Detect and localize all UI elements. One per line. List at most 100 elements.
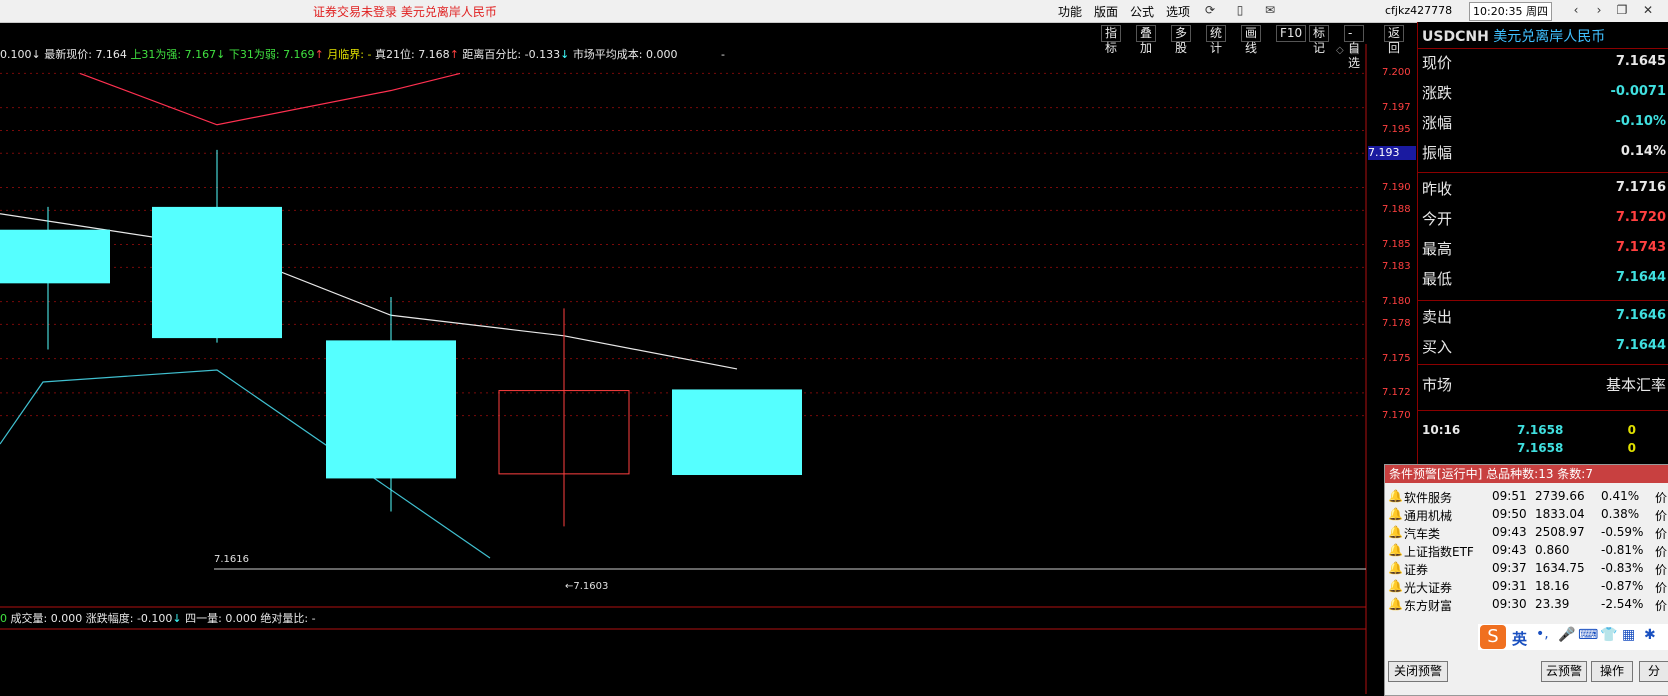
tool-watchlist[interactable]: -自选 (1344, 25, 1364, 70)
menu-function[interactable]: 功能 (1058, 3, 1082, 20)
close-icon[interactable]: ✕ (1638, 2, 1658, 19)
back-icon[interactable]: ‹ (1566, 2, 1586, 19)
alert-time: 09:50 (1492, 507, 1527, 521)
quote-value: 7.1743 (1615, 240, 1666, 255)
alert-price: 18.16 (1535, 579, 1570, 593)
quote-value: 0.14% (1620, 144, 1666, 159)
mail-icon[interactable]: ✉ (1260, 2, 1280, 19)
tool-stats[interactable]: 统计 (1206, 25, 1227, 55)
quote-divider (1417, 48, 1668, 49)
quote-label: 振幅 (1422, 144, 1453, 162)
alert-price: 23.39 (1535, 597, 1570, 611)
ime-tools-icon[interactable]: ✱ (1644, 627, 1656, 643)
title-bar: 证券交易未登录 美元兑离岸人民币 功能 版面 公式 选项 ⟳ ▯ ✉ cfjkz… (0, 0, 1668, 23)
bell-icon: 🔔 (1388, 489, 1403, 503)
bell-icon: 🔔 (1388, 543, 1403, 557)
y-tick-label: 7.172 (1382, 386, 1411, 398)
alert-tail: 价 (1655, 581, 1668, 595)
tool-f10[interactable]: F10 (1276, 25, 1307, 42)
y-tick-label: 7.197 (1382, 101, 1411, 113)
alert-row[interactable]: 🔔 上证指数ETF 09:43 0.860 -0.81% 价 (1385, 541, 1668, 559)
ime-logo-icon: S (1480, 625, 1506, 649)
ime-lang[interactable]: 英 (1512, 628, 1527, 649)
quote-value: -0.10% (1615, 114, 1667, 129)
quote-label: 涨幅 (1422, 114, 1453, 132)
alert-tail: 价 (1655, 509, 1668, 523)
menu-options[interactable]: 选项 (1166, 3, 1190, 20)
phone-icon[interactable]: ▯ (1230, 2, 1250, 19)
close-alert-button[interactable]: 关闭预警 (1388, 661, 1448, 682)
y-tick-label: 7.190 (1382, 181, 1411, 193)
tick-price: 7.1658 (1517, 423, 1564, 437)
alert-more-button[interactable]: 分 (1639, 661, 1668, 682)
alert-name: 证券 (1404, 563, 1429, 577)
condition-alert-window[interactable]: 条件预警[运行中] 总品种数:13 条数:7 🔔 软件服务 09:51 2739.66… (1384, 464, 1668, 696)
quote-label: 买入 (1422, 338, 1453, 356)
operate-button[interactable]: 操作 (1591, 661, 1633, 682)
tool-overlay[interactable]: 叠加 (1136, 25, 1157, 55)
cloud-alert-button[interactable]: 云预警 (1541, 661, 1587, 682)
quote-row: 最高 7.1743 (1422, 238, 1666, 264)
ime-mic-icon[interactable]: 🎤 (1558, 627, 1575, 643)
refresh-icon[interactable]: ⟳ (1200, 2, 1220, 19)
tick-vol: 0 (1627, 423, 1636, 437)
range-label: 涨跌幅度: (85, 612, 134, 625)
tick-row: 10:16 7.1658 0 (1422, 423, 1666, 439)
alert-name: 东方财富 (1404, 599, 1453, 613)
ime-skin-icon[interactable]: 👕 (1600, 627, 1617, 643)
restore-icon[interactable]: ❐ (1612, 2, 1632, 19)
alert-pct: 0.38% (1601, 507, 1640, 521)
quote-label: 现价 (1422, 54, 1453, 72)
alert-pct: -2.54% (1601, 597, 1644, 611)
y-tick-label: 7.178 (1382, 318, 1411, 330)
tool-mark[interactable]: 标记 (1309, 25, 1330, 55)
quote-divider (1417, 172, 1668, 173)
quote-value: 7.1720 (1615, 210, 1666, 225)
y-tick-label: 7.170 (1382, 409, 1411, 421)
ime-keyboard-icon[interactable]: ⌨ (1578, 627, 1598, 643)
tool-indicator[interactable]: 指标 (1101, 25, 1122, 55)
candlestick-chart[interactable]: 7.1616 ←7.1603 ◇ ▣ (0, 44, 1417, 694)
alert-tail: 价 (1655, 545, 1668, 559)
menu-formula[interactable]: 公式 (1130, 3, 1154, 20)
ime-grid-icon[interactable]: ▦ (1622, 627, 1635, 643)
quote-row: 振幅 0.14% (1422, 142, 1666, 168)
alert-row[interactable]: 🔔 证券 09:37 1634.75 -0.83% 价 (1385, 559, 1668, 577)
candle-body (326, 340, 456, 479)
alert-pct: -0.87% (1601, 579, 1644, 593)
alert-name: 汽车类 (1404, 527, 1441, 541)
tool-draw[interactable]: 画线 (1241, 25, 1262, 55)
alert-row[interactable]: 🔔 光大证券 09:31 18.16 -0.87% 价 (1385, 577, 1668, 595)
chart-candles (0, 149, 802, 527)
hline-label: 7.1616 (214, 554, 249, 565)
y-tick-label: 7.200 (1382, 67, 1411, 79)
abs-label: 绝对量比: (260, 612, 309, 625)
ime-bar: S 英 •, 🎤 ⌨ 👕 ▦ ✱ (1478, 624, 1668, 650)
alert-price: 1634.75 (1535, 561, 1585, 575)
quote-row: 今开 7.1720 (1422, 208, 1666, 234)
ime-punct-icon[interactable]: •, (1536, 626, 1549, 642)
alert-pct: -0.81% (1601, 543, 1644, 557)
alert-tail: 价 (1655, 563, 1668, 577)
alert-row[interactable]: 🔔 通用机械 09:50 1833.04 0.38% 价 (1385, 505, 1668, 523)
bell-icon: 🔔 (1388, 579, 1403, 593)
forward-icon[interactable]: › (1589, 2, 1609, 19)
quote-label: 涨跌 (1422, 84, 1453, 102)
alert-row[interactable]: 🔔 东方财富 09:30 23.39 -2.54% 价 (1385, 595, 1668, 613)
alert-name: 通用机械 (1404, 509, 1453, 523)
quote-value: 7.1716 (1615, 180, 1666, 195)
alert-time: 09:31 (1492, 579, 1527, 593)
market-label: 市场 (1422, 376, 1453, 394)
alert-row[interactable]: 🔔 软件服务 09:51 2739.66 0.41% 价 (1385, 487, 1668, 505)
alert-name: 软件服务 (1404, 491, 1453, 505)
tool-return[interactable]: 返回 (1384, 25, 1405, 55)
quote-label: 卖出 (1422, 308, 1453, 326)
chart-series (0, 72, 738, 559)
alert-price: 2508.97 (1535, 525, 1585, 539)
quote-label: 最低 (1422, 270, 1453, 288)
tool-multi[interactable]: 多股 (1171, 25, 1192, 55)
four-value: 0.000 (225, 612, 257, 625)
alert-row[interactable]: 🔔 汽车类 09:43 2508.97 -0.59% 价 (1385, 523, 1668, 541)
menu-layout[interactable]: 版面 (1094, 3, 1118, 20)
candle-body (672, 389, 802, 476)
